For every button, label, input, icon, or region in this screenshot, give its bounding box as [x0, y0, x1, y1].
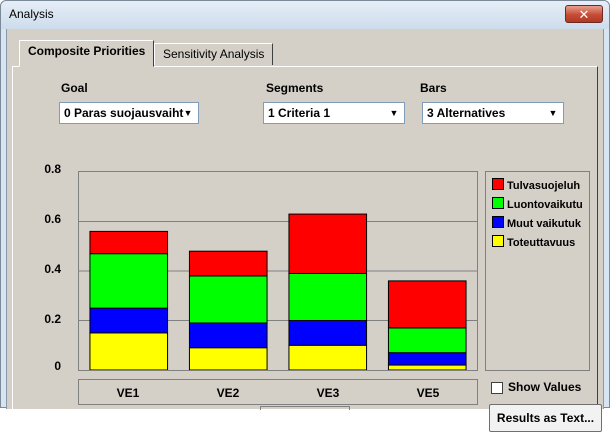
stacked-bar-chart — [78, 171, 478, 371]
partial-button-edge — [260, 406, 350, 410]
bar-segment[interactable] — [188, 322, 268, 349]
show-values-checkbox[interactable] — [491, 382, 503, 394]
segments-label: Segments — [266, 81, 324, 95]
x-tick-label: VE2 — [216, 386, 240, 400]
chart-legend: Tulvasuojeluh Luontovaikutu Muut vaikutu… — [485, 171, 590, 371]
close-button[interactable]: ✕ — [565, 5, 603, 23]
goal-dropdown-value: 0 Paras suojausvaiht — [64, 106, 184, 120]
y-tick-label: 0.8 — [44, 162, 61, 176]
goal-dropdown[interactable]: 0 Paras suojausvaiht ▼ — [59, 102, 199, 124]
bar-segment[interactable] — [89, 230, 169, 255]
chevron-down-icon: ▼ — [183, 108, 193, 118]
legend-item: Toteuttavuus — [492, 235, 575, 249]
bar-segment[interactable] — [288, 344, 368, 371]
legend-label: Tulvasuojeluh — [507, 180, 581, 192]
tab-sensitivity-analysis[interactable]: Sensitivity Analysis — [154, 43, 274, 65]
chevron-down-icon: ▼ — [548, 108, 558, 118]
bar-segment[interactable] — [188, 250, 268, 277]
bars-dropdown[interactable]: 3 Alternatives ▼ — [422, 102, 564, 124]
legend-item: Tulvasuojeluh — [492, 178, 580, 192]
segments-dropdown-value: 1 Criteria 1 — [268, 106, 331, 120]
bar-segment[interactable] — [89, 332, 169, 371]
title-bar[interactable]: Analysis ✕ — [1, 1, 609, 29]
chevron-down-icon: ▼ — [389, 108, 399, 118]
composite-priorities-panel: Goal Segments Bars 0 Paras suojausvaiht … — [12, 66, 602, 432]
x-tick-label: VE3 — [316, 386, 340, 400]
y-tick-label: 0.4 — [44, 262, 61, 276]
legend-swatch — [492, 216, 504, 228]
y-tick-label: 0 — [54, 359, 61, 373]
tab-composite-priorities[interactable]: Composite Priorities — [19, 40, 155, 67]
x-tick-label: VE5 — [416, 386, 440, 400]
bar-segment[interactable] — [288, 272, 368, 321]
bar-segment[interactable] — [89, 253, 169, 309]
goal-label: Goal — [61, 81, 88, 95]
bars-label: Bars — [420, 81, 447, 95]
window-title: Analysis — [9, 7, 54, 21]
show-values-label[interactable]: Show Values — [508, 380, 581, 394]
y-tick-label: 0.2 — [44, 312, 61, 326]
analysis-window: Analysis ✕ Composite Priorities Sensitiv… — [0, 0, 610, 432]
bar-segment[interactable] — [387, 327, 467, 354]
bar-segment[interactable] — [89, 307, 169, 334]
bar-segment[interactable] — [188, 347, 268, 371]
bar-segment[interactable] — [387, 280, 467, 329]
x-tick-label: VE1 — [116, 386, 140, 400]
bar-segment[interactable] — [288, 213, 368, 274]
legend-label: Muut vaikutuk — [507, 218, 581, 230]
y-tick-label: 0.6 — [44, 212, 61, 226]
segments-dropdown[interactable]: 1 Criteria 1 ▼ — [263, 102, 405, 124]
legend-swatch — [492, 178, 504, 190]
window-client-area: Composite Priorities Sensitivity Analysi… — [6, 29, 604, 432]
bar-segment[interactable] — [288, 320, 368, 346]
legend-swatch — [492, 235, 504, 247]
chart-plot-area — [79, 213, 477, 371]
legend-label: Luontovaikutu — [507, 199, 583, 211]
legend-item: Muut vaikutuk — [492, 216, 581, 230]
legend-label: Toteuttavuus — [507, 237, 576, 249]
results-as-text-button[interactable]: Results as Text... — [489, 404, 602, 432]
legend-swatch — [492, 197, 504, 209]
bar-segment[interactable] — [387, 364, 467, 371]
legend-item: Luontovaikutu — [492, 197, 583, 211]
bar-segment[interactable] — [188, 275, 268, 324]
x-axis-labels: VE1 VE2 VE3 VE5 — [78, 379, 478, 405]
bar-segment[interactable] — [387, 352, 467, 366]
bars-dropdown-value: 3 Alternatives — [427, 106, 506, 120]
